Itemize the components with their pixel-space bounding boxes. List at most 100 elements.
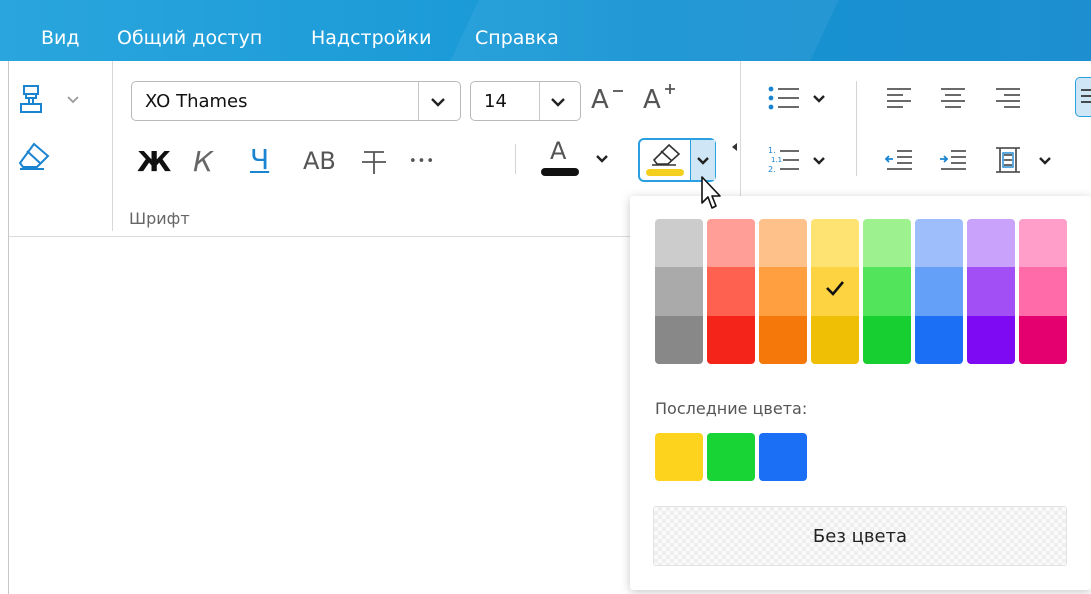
font-family-select[interactable]: XO Thames bbox=[131, 81, 461, 121]
chevron-down-icon bbox=[551, 98, 565, 107]
group-separator bbox=[112, 61, 113, 231]
palette-column bbox=[707, 219, 755, 364]
color-swatch[interactable] bbox=[811, 315, 859, 364]
checkmark-icon bbox=[826, 281, 844, 297]
highlighter-icon bbox=[652, 143, 681, 166]
chevron-down-icon bbox=[67, 96, 79, 104]
triangle-left-icon[interactable] bbox=[731, 142, 739, 152]
no-color-button[interactable]: Без цвета bbox=[653, 506, 1067, 566]
shrink-font-button[interactable]: A bbox=[591, 83, 631, 119]
color-swatch[interactable] bbox=[915, 219, 963, 268]
strikethrough-icon[interactable] bbox=[360, 147, 388, 177]
more-formatting-button[interactable]: ••• bbox=[409, 154, 435, 169]
color-swatch[interactable] bbox=[811, 219, 859, 268]
recent-color-swatch[interactable] bbox=[707, 433, 755, 481]
paragraph-spacing-icon bbox=[996, 147, 1020, 173]
font-color-letter: A bbox=[550, 137, 567, 165]
color-swatch[interactable] bbox=[1019, 267, 1067, 316]
font-size-select[interactable]: 14 bbox=[470, 81, 581, 121]
chevron-down-icon bbox=[813, 95, 825, 103]
palette-column bbox=[759, 219, 807, 364]
highlight-dropdown-arrow[interactable] bbox=[690, 140, 715, 180]
chevron-down-icon bbox=[431, 98, 445, 107]
palette-column bbox=[655, 219, 703, 364]
chevron-down-icon[interactable] bbox=[594, 153, 610, 165]
font-color-button[interactable]: A bbox=[541, 137, 583, 183]
numbered-list-icon: 1. 1.1 2. bbox=[768, 146, 799, 174]
increase-indent-icon[interactable] bbox=[938, 145, 968, 175]
paragraph-spacing-button[interactable] bbox=[993, 145, 1055, 177]
menu-item-help[interactable]: Справка bbox=[475, 27, 559, 49]
minus-icon bbox=[613, 90, 623, 92]
color-swatch[interactable] bbox=[915, 315, 963, 364]
align-justify-button[interactable] bbox=[1075, 77, 1091, 117]
color-swatch[interactable] bbox=[759, 267, 807, 316]
bulleted-list-icon bbox=[768, 86, 799, 110]
palette-column bbox=[1019, 219, 1067, 364]
highlight-color-bar bbox=[646, 169, 684, 176]
color-swatch[interactable] bbox=[1019, 315, 1067, 364]
align-center-icon[interactable] bbox=[938, 83, 968, 113]
color-swatch[interactable] bbox=[707, 219, 755, 268]
color-swatch[interactable] bbox=[707, 315, 755, 364]
color-swatch[interactable] bbox=[915, 267, 963, 316]
palette-column bbox=[967, 219, 1015, 364]
numbered-list-button[interactable]: 1. 1.1 2. bbox=[767, 145, 829, 177]
color-swatch[interactable] bbox=[967, 219, 1015, 268]
underline-button[interactable]: Ч bbox=[250, 143, 269, 176]
clear-formatting-icon[interactable] bbox=[18, 141, 52, 171]
italic-button[interactable]: К bbox=[193, 145, 213, 178]
recent-colors-label: Последние цвета: bbox=[655, 399, 808, 418]
palette-column bbox=[811, 219, 859, 364]
recent-color-swatch[interactable] bbox=[655, 433, 703, 481]
highlight-color-picker: Последние цвета: Без цвета bbox=[630, 196, 1091, 590]
color-swatch[interactable] bbox=[1019, 219, 1067, 268]
color-swatch[interactable] bbox=[967, 315, 1015, 364]
format-painter-button[interactable] bbox=[18, 84, 84, 114]
separator bbox=[515, 144, 516, 174]
separator bbox=[856, 81, 857, 176]
color-swatch[interactable] bbox=[655, 267, 703, 316]
plus-icon bbox=[665, 84, 675, 94]
menu-item-sharing[interactable]: Общий доступ bbox=[117, 27, 262, 49]
palette-column bbox=[915, 219, 963, 364]
no-color-label: Без цвета bbox=[812, 526, 908, 547]
font-group-label: Шрифт bbox=[129, 209, 190, 228]
svg-text:1.1: 1.1 bbox=[771, 156, 782, 164]
menu-item-view[interactable]: Вид bbox=[41, 27, 80, 49]
svg-text:1.: 1. bbox=[768, 146, 776, 155]
palette-column bbox=[863, 219, 911, 364]
select-divider bbox=[539, 82, 540, 120]
menu-item-addons[interactable]: Надстройки bbox=[311, 27, 431, 49]
chevron-down-icon bbox=[813, 157, 825, 165]
decrease-indent-icon[interactable] bbox=[884, 145, 914, 175]
shrink-font-label: A bbox=[591, 85, 609, 115]
color-swatch[interactable] bbox=[707, 267, 755, 316]
svg-text:2.: 2. bbox=[768, 165, 776, 174]
color-swatch[interactable] bbox=[655, 219, 703, 268]
color-swatch[interactable] bbox=[967, 267, 1015, 316]
color-swatch[interactable] bbox=[811, 267, 859, 316]
bulleted-list-button[interactable] bbox=[767, 83, 829, 115]
align-justify-icon bbox=[1081, 89, 1091, 103]
bold-button[interactable]: Ж bbox=[137, 145, 171, 178]
paint-brush-icon bbox=[20, 85, 42, 113]
select-divider bbox=[418, 82, 419, 120]
color-swatch[interactable] bbox=[863, 219, 911, 268]
align-left-icon[interactable] bbox=[884, 83, 914, 113]
color-swatch[interactable] bbox=[759, 315, 807, 364]
all-caps-button[interactable]: АВ bbox=[303, 147, 336, 175]
mouse-cursor-icon bbox=[701, 176, 721, 209]
color-swatch[interactable] bbox=[863, 267, 911, 316]
font-family-value: XO Thames bbox=[145, 91, 248, 112]
align-right-icon[interactable] bbox=[993, 83, 1023, 113]
chevron-down-icon bbox=[1039, 157, 1051, 165]
font-size-value: 14 bbox=[484, 91, 507, 112]
color-swatch[interactable] bbox=[655, 315, 703, 364]
recent-color-swatch[interactable] bbox=[759, 433, 807, 481]
grow-font-label: A bbox=[643, 85, 661, 115]
grow-font-button[interactable]: A bbox=[643, 83, 683, 119]
color-swatch[interactable] bbox=[863, 315, 911, 364]
color-swatch[interactable] bbox=[759, 219, 807, 268]
menu-bar: Вид Общий доступ Надстройки Справка bbox=[0, 0, 1091, 61]
